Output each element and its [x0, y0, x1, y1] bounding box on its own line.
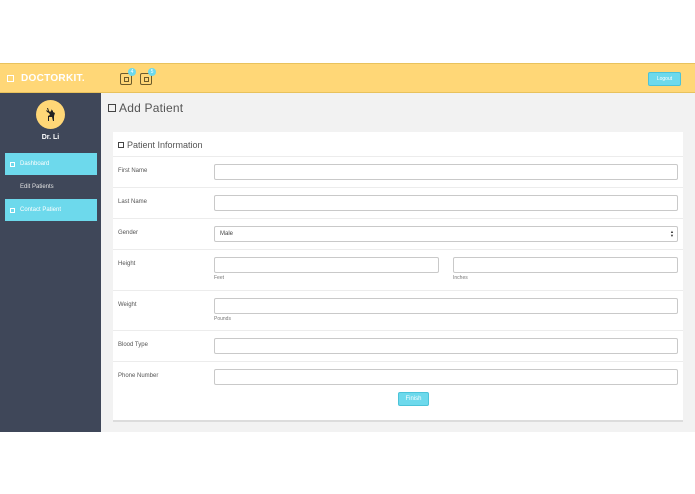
- app-frame: DOCTORKIT. 4 5 Logout Dr. Li Dashboard E…: [0, 63, 695, 432]
- section-title: Patient Information: [127, 140, 203, 150]
- sidebar-item-label: Contact Patient: [20, 207, 62, 213]
- notification-button[interactable]: 4: [120, 68, 136, 85]
- last-name-field[interactable]: [214, 195, 678, 211]
- weight-label: Weight: [118, 302, 137, 308]
- height-label: Height: [118, 261, 136, 267]
- sidebar-item-label: Dashboard: [20, 161, 50, 167]
- patient-form-card: Patient Information First Name Last Name…: [113, 132, 683, 422]
- feet-label: Feet: [214, 275, 225, 281]
- message-button[interactable]: 5: [140, 68, 156, 85]
- section-header: Patient Information: [118, 140, 203, 150]
- phone-number-label: Phone Number: [118, 373, 159, 379]
- blood-type-field[interactable]: [214, 338, 678, 354]
- square-icon: [143, 76, 149, 82]
- phone-number-field[interactable]: [214, 369, 678, 385]
- first-name-field[interactable]: [214, 164, 678, 180]
- brand[interactable]: DOCTORKIT.: [7, 73, 85, 84]
- form-row-last-name: Last Name: [113, 187, 683, 218]
- avatar[interactable]: [36, 100, 65, 129]
- sidebar-item-dashboard[interactable]: Dashboard: [5, 153, 97, 175]
- logout-button[interactable]: Logout: [648, 72, 681, 86]
- square-icon: [123, 76, 129, 82]
- top-bar: DOCTORKIT. 4 5 Logout: [0, 63, 695, 93]
- inches-label: Inches: [453, 275, 468, 281]
- form-row-height: Height Feet Inches: [113, 249, 683, 290]
- user-name: Dr. Li: [41, 134, 60, 141]
- square-icon: [7, 75, 14, 82]
- weight-field[interactable]: [214, 298, 678, 314]
- finish-button[interactable]: Finish: [398, 392, 429, 406]
- sidebar: Dr. Li Dashboard Edit Patients Contact P…: [0, 93, 101, 432]
- notification-badge: 4: [128, 68, 136, 76]
- first-name-label: First Name: [118, 168, 148, 174]
- square-icon: [108, 104, 116, 112]
- sidebar-item-contact-patient[interactable]: Contact Patient: [5, 199, 97, 221]
- gender-value: Male: [220, 231, 234, 237]
- last-name-label: Last Name: [118, 199, 148, 205]
- blood-type-label: Blood Type: [118, 342, 148, 348]
- message-badge: 5: [148, 68, 156, 76]
- page-title: Add Patient: [108, 101, 183, 115]
- form-row-blood-type: Blood Type: [113, 330, 683, 361]
- gender-select[interactable]: Male ▲ ▼: [214, 226, 678, 242]
- height-feet-field[interactable]: [214, 257, 439, 273]
- form-row-weight: Weight Pounds: [113, 290, 683, 330]
- select-arrows-icon: ▲ ▼: [670, 229, 674, 238]
- height-inches-field[interactable]: [453, 257, 678, 273]
- sidebar-item-label: Edit Patients: [20, 184, 54, 190]
- square-icon: [10, 207, 15, 213]
- square-icon: [10, 161, 15, 167]
- deer-icon: [45, 107, 55, 121]
- brand-name: DOCTORKIT.: [21, 73, 85, 84]
- gender-label: Gender: [118, 230, 139, 236]
- page-title-text: Add Patient: [119, 101, 184, 115]
- square-icon: [118, 142, 124, 148]
- sidebar-item-edit-patients[interactable]: Edit Patients: [5, 176, 97, 198]
- form-row-first-name: First Name: [113, 156, 683, 187]
- form-row-phone-number: Phone Number: [113, 361, 683, 392]
- form-row-gender: Gender Male ▲ ▼: [113, 218, 683, 249]
- pounds-label: Pounds: [214, 316, 231, 322]
